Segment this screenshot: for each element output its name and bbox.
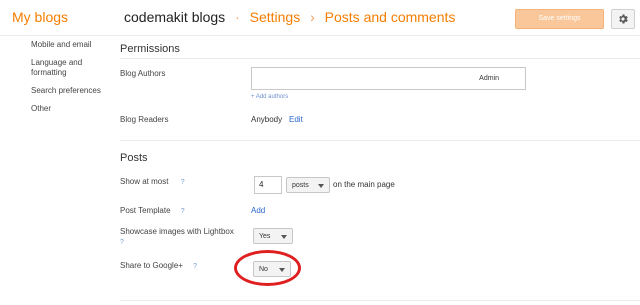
google-share-label: Share to Google+ ? [120,261,197,272]
permissions-heading: Permissions [120,43,180,55]
breadcrumb-posts-and-comments: Posts and comments [324,9,456,25]
settings-sidebar: Mobile and email Language and formatting… [31,40,111,122]
annotation-ellipse [234,250,301,286]
lightbox-label: Showcase images with Lightbox ? [120,227,250,248]
show-at-most-label: Show at most ? [120,177,185,188]
post-template-text: Post Template [120,206,171,215]
settings-menu-button[interactable] [611,9,635,29]
help-icon[interactable]: ? [181,179,185,186]
posts-count-input[interactable]: 4 [254,176,282,194]
breadcrumb-separator: · [235,9,240,25]
google-share-text: Share to Google+ [120,261,183,270]
blog-authors-label: Blog Authors [120,69,166,78]
sidebar-item-search-preferences[interactable]: Search preferences [31,86,111,96]
help-icon[interactable]: ? [193,263,197,270]
my-blogs-link[interactable]: My blogs [12,9,68,25]
sidebar-item-mobile-and-email[interactable]: Mobile and email [31,40,111,50]
help-icon[interactable]: ? [120,239,124,246]
post-template-label: Post Template ? [120,206,185,217]
help-icon[interactable]: ? [181,208,185,215]
save-settings-button[interactable]: Save settings [515,9,604,29]
divider [120,140,640,141]
sidebar-item-language-and-formatting[interactable]: Language and formatting [31,58,93,78]
settings-main: Permissions Blog Authors Admin + Add aut… [110,36,640,305]
blog-name: codemakit blogs [124,9,226,25]
blog-authors-list: Admin [251,67,526,90]
gear-icon [619,14,628,24]
blog-readers-label: Blog Readers [120,115,169,124]
blog-readers-value: Anybody [251,115,283,124]
breadcrumb-chevron-icon: › [310,9,315,25]
page-header: codemakit blogs · Settings › Posts and c… [124,9,455,25]
top-bar: My blogs codemakit blogs · Settings › Po… [0,0,640,36]
blog-readers-edit-link[interactable]: Edit [289,115,303,124]
lightbox-text: Showcase images with Lightbox [120,227,234,236]
author-role-admin[interactable]: Admin [479,75,499,82]
breadcrumb-settings[interactable]: Settings [250,9,301,25]
lightbox-select[interactable]: Yes [253,228,293,244]
post-template-add-link[interactable]: Add [251,206,265,215]
chevron-down-icon [281,235,287,239]
show-at-most-text: Show at most [120,177,169,186]
posts-unit-value: posts [292,182,309,189]
chevron-down-icon [318,184,324,188]
sidebar-item-other[interactable]: Other [31,104,111,114]
divider [120,300,640,301]
lightbox-value: Yes [259,233,271,240]
add-authors-link[interactable]: + Add authors [251,94,288,100]
posts-unit-select[interactable]: posts [286,177,330,193]
divider [120,58,640,59]
posts-heading: Posts [120,152,148,164]
on-main-page-text: on the main page [333,180,395,189]
